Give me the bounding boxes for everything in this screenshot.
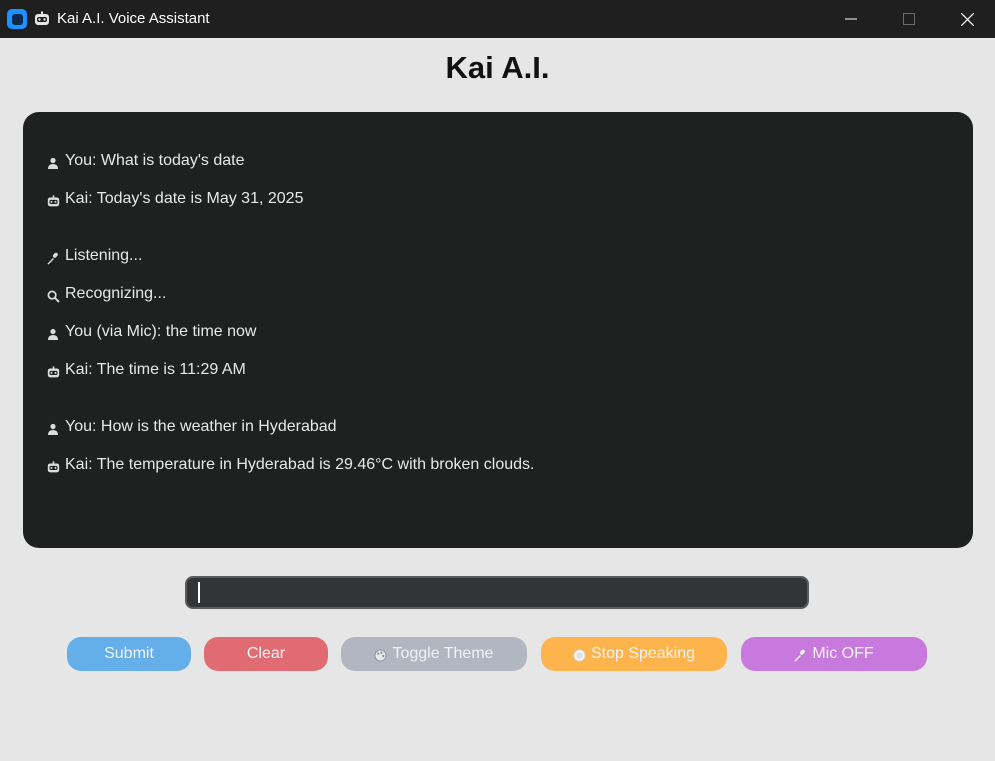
- chat-message: Listening...: [46, 245, 142, 267]
- chat-message: You (via Mic): the time now: [46, 321, 256, 343]
- maximize-icon: [903, 13, 915, 25]
- theme-palette-icon: [374, 648, 388, 663]
- clear-button[interactable]: Clear: [204, 637, 328, 671]
- chat-message-text: You: What is today's date: [65, 152, 245, 169]
- stop-speaking-button[interactable]: Stop Speaking: [541, 637, 727, 671]
- chat-message-text: Recognizing...: [65, 285, 167, 302]
- magnifier-icon: [46, 289, 60, 303]
- chat-message: Recognizing...: [46, 283, 166, 305]
- chat-message-text: Listening...: [65, 247, 143, 264]
- mic-toggle-button[interactable]: Mic OFF: [741, 637, 927, 671]
- app-icon: [7, 9, 27, 29]
- submit-button-label: Submit: [104, 645, 154, 662]
- chat-message-text: Kai: The time is 11:29 AM: [65, 361, 246, 378]
- chat-message-text: You (via Mic): the time now: [65, 323, 257, 340]
- mic-toggle-button-label: Mic OFF: [812, 645, 874, 662]
- toggle-theme-button-label: Toggle Theme: [392, 645, 494, 662]
- microphone-icon: [46, 251, 60, 265]
- robot-icon: [46, 194, 60, 208]
- chat-message: Kai: The temperature in Hyderabad is 29.…: [46, 454, 534, 476]
- user-icon: [46, 422, 60, 436]
- stop-speaking-button-label: Stop Speaking: [590, 645, 696, 662]
- chat-message: Kai: Today's date is May 31, 2025: [46, 188, 303, 210]
- submit-button[interactable]: Submit: [67, 637, 191, 671]
- maximize-button[interactable]: [880, 0, 938, 38]
- clear-button-label: Clear: [246, 645, 286, 662]
- close-button[interactable]: [938, 0, 995, 38]
- stop-icon: [573, 648, 587, 663]
- toggle-theme-button[interactable]: Toggle Theme: [341, 637, 527, 671]
- text-caret: [198, 582, 200, 603]
- robot-icon: [46, 365, 60, 379]
- close-icon: [960, 12, 974, 26]
- chat-message: You: What is today's date: [46, 150, 244, 172]
- chat-message: You: How is the weather in Hyderabad: [46, 416, 337, 438]
- title-bar: Kai A.I. Voice Assistant: [0, 0, 995, 38]
- chat-message-text: Kai: The temperature in Hyderabad is 29.…: [65, 456, 535, 473]
- minimize-button[interactable]: [822, 0, 880, 38]
- chat-message-text: You: How is the weather in Hyderabad: [65, 418, 337, 435]
- user-icon: [46, 156, 60, 170]
- robot-icon: [46, 460, 60, 474]
- minimize-icon: [845, 18, 857, 20]
- chat-message-text: Kai: Today's date is May 31, 2025: [65, 190, 304, 207]
- chat-log[interactable]: You: What is today's date Kai: Today's d…: [23, 112, 973, 548]
- chat-message: Kai: The time is 11:29 AM: [46, 359, 246, 381]
- robot-icon: [35, 11, 49, 25]
- page-title: Kai A.I.: [445, 50, 550, 85]
- user-icon: [46, 327, 60, 341]
- microphone-icon: [794, 649, 808, 663]
- message-input[interactable]: [185, 576, 809, 609]
- window-title: Kai A.I. Voice Assistant: [57, 10, 210, 27]
